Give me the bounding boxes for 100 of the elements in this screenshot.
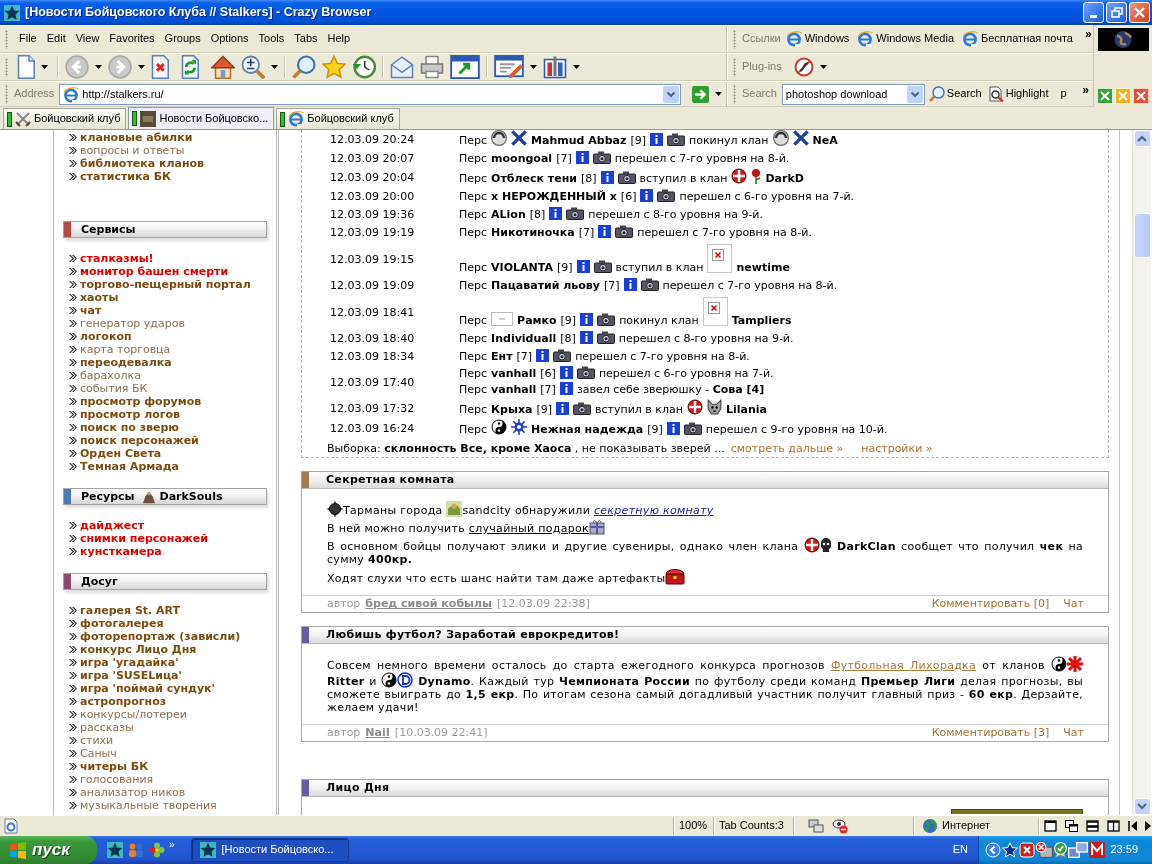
start-button[interactable]: пуск (0, 836, 97, 864)
info-icon[interactable] (623, 278, 637, 291)
camera-icon[interactable] (566, 207, 585, 220)
sidebar-link[interactable]: игра 'SUSELица' (80, 669, 182, 682)
minimize-button[interactable] (1083, 2, 1104, 23)
restore-button[interactable] (1106, 2, 1127, 23)
sidebar-link[interactable]: генератор ударов (80, 317, 185, 330)
filter-link[interactable]: настройки » (861, 441, 933, 456)
address-field[interactable]: http://stalkers.ru/ (59, 83, 682, 105)
sidebar-link[interactable]: дайджест (80, 519, 145, 532)
search-field[interactable]: photoshop download (781, 83, 925, 105)
search-button[interactable]: Search (926, 86, 984, 102)
scroll-up-button[interactable] (1133, 130, 1151, 147)
tab[interactable]: Новости Бойцовско... (128, 107, 275, 129)
chevron-left-icon[interactable] (985, 842, 1001, 858)
menu-item[interactable]: Options (205, 31, 254, 47)
link[interactable]: секретную комнату (593, 504, 714, 517)
highlight-button[interactable]: Highlight (985, 86, 1051, 102)
sidebar-link[interactable]: астропрогноз (80, 695, 167, 708)
sidebar-link[interactable]: вопросы и ответы (80, 144, 185, 157)
network-icon[interactable] (1068, 842, 1088, 858)
info-icon[interactable] (559, 382, 573, 395)
quick-link[interactable]: Windows (785, 31, 850, 47)
grip-handle[interactable] (733, 84, 736, 104)
menu-item[interactable]: Tabs (289, 31, 323, 47)
sidebar-link[interactable]: чат (80, 304, 102, 317)
sidebar-link[interactable]: статистика БК (80, 170, 172, 183)
quick-link[interactable]: Windows Media (857, 31, 954, 47)
camera-icon[interactable] (553, 349, 572, 362)
sidebar-link[interactable]: музыкальные творения (80, 799, 217, 812)
close-button[interactable] (1129, 2, 1150, 23)
flower-icon[interactable] (149, 842, 165, 858)
sidebar-link[interactable]: Орден Света (80, 447, 162, 460)
camera-icon[interactable] (657, 189, 676, 202)
x-mark-icon[interactable] (1097, 88, 1113, 104)
info-icon[interactable] (579, 331, 593, 344)
sidebar-link[interactable]: игра 'угадайка' (80, 656, 179, 669)
toolbar-button[interactable]: p (1058, 87, 1069, 101)
sidebar-link[interactable]: конкурс Лицо Дня (80, 643, 197, 656)
sidebar-link[interactable]: конкурсы/лотереи (80, 708, 187, 721)
menu-item[interactable]: Groups (159, 31, 206, 47)
more-button[interactable]: » (1078, 83, 1093, 97)
x-mark-icon[interactable] (1133, 88, 1149, 104)
sidebar-link[interactable]: рассказы (80, 721, 134, 734)
info-icon[interactable] (575, 151, 589, 164)
logo-tile-icon[interactable] (1089, 842, 1105, 858)
info-icon[interactable] (559, 366, 573, 379)
grip-handle[interactable] (5, 29, 8, 49)
camera-icon[interactable] (573, 402, 591, 415)
sidebar-link[interactable]: библиотека кланов (80, 157, 204, 170)
info-icon[interactable] (549, 207, 563, 220)
menu-item[interactable]: File (14, 31, 42, 47)
sidebar-link[interactable]: логокоп (80, 330, 132, 343)
camera-icon[interactable] (617, 171, 636, 184)
menu-item[interactable]: Tools (253, 31, 290, 47)
disconnected-icon[interactable] (1036, 842, 1053, 858)
grip-handle[interactable] (5, 84, 8, 104)
chat-link[interactable]: Чат (1063, 726, 1084, 740)
link[interactable]: случайный подарок (468, 522, 590, 535)
home-button[interactable] (208, 53, 238, 81)
tab[interactable]: Бойцовский клуб (3, 108, 127, 129)
camera-icon[interactable] (597, 313, 616, 326)
sidebar-link[interactable]: снимки персонажей (80, 532, 208, 545)
info-icon[interactable] (649, 133, 663, 146)
grip-handle[interactable] (733, 57, 736, 77)
info-icon[interactable] (666, 422, 680, 435)
x-badge-icon[interactable] (1019, 842, 1035, 858)
sidebar-link[interactable]: Темная Армада (80, 460, 179, 473)
sidebar-link[interactable]: Саныч (80, 747, 117, 760)
camera-icon[interactable] (596, 331, 615, 344)
next-icon[interactable] (1145, 820, 1152, 832)
sidebar-link[interactable]: монитор башен смерти (80, 265, 229, 278)
menu-item[interactable]: Favorites (104, 31, 160, 47)
more-button[interactable]: » (165, 839, 179, 851)
single-window-icon[interactable] (1044, 820, 1057, 832)
sidebar-link[interactable]: торгово-пещерный портал (80, 278, 251, 291)
sidebar-link[interactable]: стихи (80, 734, 114, 747)
scroll-down-button[interactable] (1133, 798, 1151, 815)
camera-icon[interactable] (576, 366, 595, 379)
info-icon[interactable] (600, 171, 614, 184)
sidebar-link[interactable]: хаоты (80, 291, 119, 304)
taskbar-button[interactable]: [Новости Бойцовско... (190, 838, 349, 862)
sidebar-link[interactable]: анализатор ников (80, 786, 186, 799)
camera-icon[interactable] (615, 225, 634, 238)
tab[interactable]: Бойцовский клуб (276, 108, 400, 129)
camera-icon[interactable] (683, 422, 702, 435)
previous-icon[interactable] (1128, 820, 1137, 832)
sidebar-link[interactable]: читеры БК (80, 760, 149, 773)
sidebar-link[interactable]: просмотр форумов (80, 395, 202, 408)
cascade-windows-icon[interactable] (1065, 820, 1078, 832)
sidebar-link[interactable]: галерея St. ART (80, 604, 181, 617)
camera-icon[interactable] (666, 133, 685, 146)
filter-link[interactable]: смотреть дальше » (730, 441, 844, 456)
menu-item[interactable]: Edit (41, 31, 71, 47)
tile-vertical-icon[interactable] (1107, 820, 1120, 832)
grip-handle[interactable] (5, 57, 8, 77)
info-icon[interactable] (576, 260, 590, 273)
link[interactable]: Футбольная Лихорадка (830, 659, 977, 672)
sidebar-link[interactable]: фотогалерея (80, 617, 164, 630)
language-indicator[interactable]: EN (952, 843, 968, 857)
